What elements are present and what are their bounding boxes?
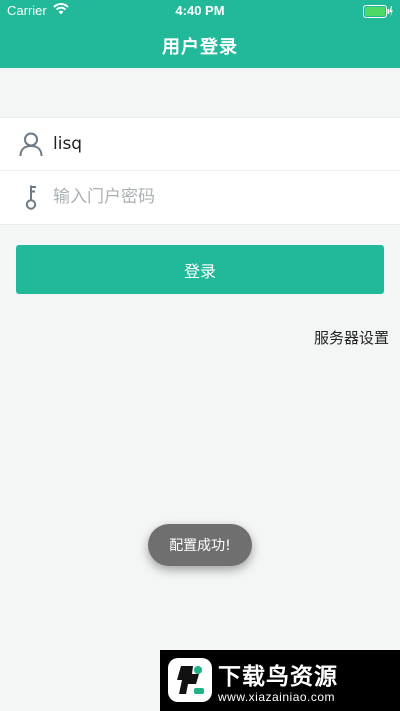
password-input[interactable] — [53, 171, 373, 223]
page-title: 用户登录 — [162, 37, 238, 58]
watermark-title: 下载鸟资源 — [218, 664, 338, 690]
status-bar: Carrier 4:40 PM — [0, 0, 400, 22]
watermark-url: www.xiazainiao.com — [218, 690, 336, 704]
toast-message: 配置成功! — [148, 524, 252, 566]
app-header: Carrier 4:40 PM 用户登录 — [0, 0, 400, 68]
battery-icon — [363, 5, 393, 18]
status-time: 4:40 PM — [175, 3, 225, 18]
login-button[interactable]: 登录 — [16, 245, 384, 294]
toast-text: 配置成功! — [169, 538, 231, 554]
login-form — [0, 117, 400, 225]
key-icon — [18, 184, 44, 210]
username-row — [0, 118, 400, 171]
username-input[interactable] — [53, 118, 373, 170]
bird-logo-icon — [168, 658, 212, 702]
password-row — [0, 171, 400, 223]
user-icon — [18, 131, 44, 157]
watermark-banner: 下载鸟资源 www.xiazainiao.com — [160, 650, 400, 711]
server-settings-link[interactable]: 服务器设置 — [314, 327, 389, 348]
